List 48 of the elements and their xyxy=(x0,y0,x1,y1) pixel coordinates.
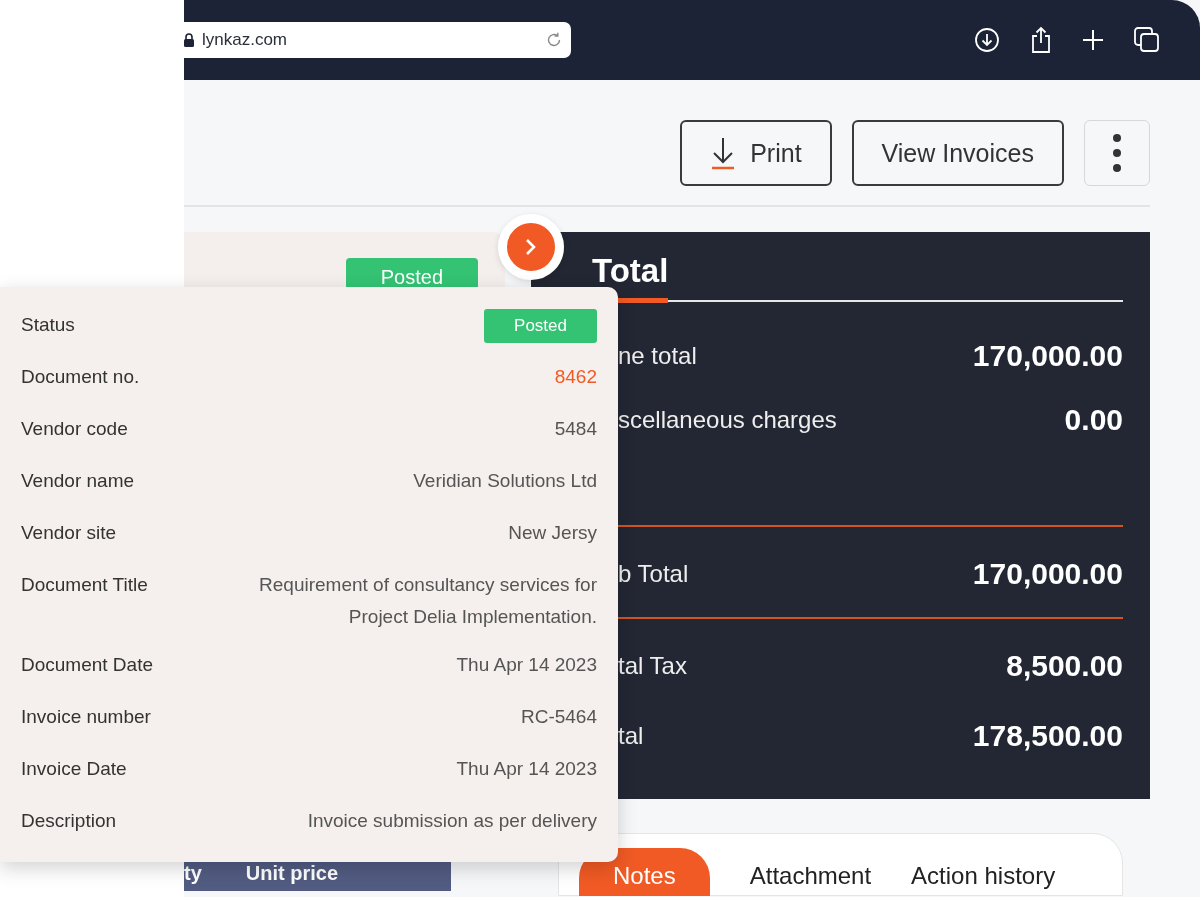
field-value: Requirement of consultancy services for Project Delia Implementation. xyxy=(258,573,597,629)
column-header: Unit price xyxy=(245,862,339,885)
total-value: 178,500.00 xyxy=(972,719,1123,753)
print-button[interactable]: Print xyxy=(680,120,832,186)
column-header: ty xyxy=(184,862,202,885)
field-label: Vendor code xyxy=(21,417,128,441)
total-label: tal Tax xyxy=(618,652,687,680)
field-value: RC-5464 xyxy=(520,705,597,729)
address-bar[interactable]: lynkaz.com xyxy=(184,22,571,58)
field-label: Document no. xyxy=(21,365,140,389)
field-value: Thu Apr 14 2023 xyxy=(456,757,597,781)
download-icon xyxy=(710,136,737,170)
total-value: 0.00 xyxy=(1064,403,1123,437)
chevron-right-icon xyxy=(524,237,538,257)
field-label: Document Date xyxy=(21,653,153,677)
field-label: Status xyxy=(21,313,75,337)
field-label: Vendor name xyxy=(21,469,135,493)
more-button[interactable] xyxy=(1084,120,1150,186)
lock-icon xyxy=(184,33,194,47)
total-value: 170,000.00 xyxy=(972,557,1123,591)
tab[interactable]: Attachment xyxy=(749,848,872,896)
more-icon xyxy=(1112,133,1122,173)
url-text: lynkaz.com xyxy=(202,30,288,50)
tab[interactable]: Action history xyxy=(911,848,1056,896)
download-icon[interactable] xyxy=(974,27,1000,53)
field-label: Vendor site xyxy=(21,521,117,545)
total-label: tal xyxy=(618,722,644,750)
tabs-icon[interactable] xyxy=(1134,27,1160,53)
field-value: 5484 xyxy=(554,417,597,441)
total-value: 8,500.00 xyxy=(1006,649,1123,683)
plus-icon[interactable] xyxy=(1082,29,1104,51)
expand-button[interactable] xyxy=(498,214,564,280)
field-label: Document Title xyxy=(21,573,148,597)
view-invoices-button[interactable]: View Invoices xyxy=(851,120,1064,186)
field-label: Invoice number xyxy=(21,705,151,729)
total-label: scellaneous charges xyxy=(618,406,837,434)
field-label: Description xyxy=(21,809,117,833)
share-icon[interactable] xyxy=(1030,26,1052,54)
field-label: Invoice Date xyxy=(21,757,127,781)
total-label: ne total xyxy=(618,342,697,370)
field-value: Thu Apr 14 2023 xyxy=(456,653,597,677)
status-badge: Posted xyxy=(484,309,597,343)
reload-icon[interactable] xyxy=(545,31,563,49)
field-value: Invoice submission as per delivery xyxy=(307,809,597,833)
field-value: Veridian Solutions Ltd xyxy=(413,469,597,493)
total-value: 170,000.00 xyxy=(972,339,1123,373)
field-value: New Jersy xyxy=(508,521,597,545)
total-label: b Total xyxy=(618,560,689,588)
